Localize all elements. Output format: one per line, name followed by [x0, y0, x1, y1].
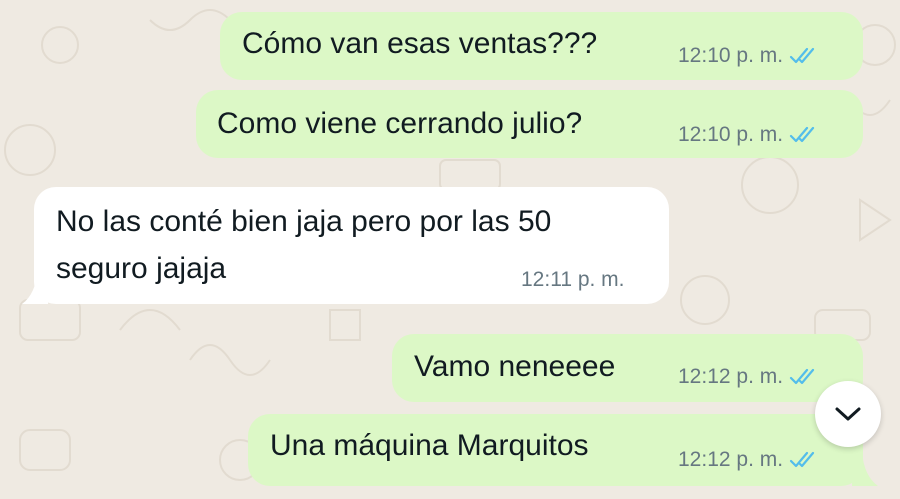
- message-text: Cómo van esas ventas???: [242, 27, 598, 60]
- scroll-to-bottom-button[interactable]: [815, 381, 881, 447]
- message-text: Vamo neneeee: [414, 350, 616, 383]
- message-time: 12:12 p. m.: [678, 365, 784, 388]
- message-text: Una máquina Marquitos: [270, 429, 589, 462]
- outgoing-message[interactable]: Como viene cerrando julio? 12:10 p. m.: [196, 90, 863, 158]
- message-meta: 12:12 p. m.: [678, 448, 819, 472]
- outgoing-message[interactable]: Una máquina Marquitos 12:12 p. m.: [248, 414, 863, 486]
- outgoing-bubble-tail: [852, 452, 878, 486]
- message-time: 12:11 p. m.: [521, 268, 625, 291]
- outgoing-message[interactable]: Vamo neneeee 12:12 p. m.: [392, 334, 863, 402]
- chevron-down-icon: [835, 407, 861, 421]
- message-meta: 12:10 p. m.: [678, 123, 819, 147]
- message-text-line-2: seguro jajaja: [56, 252, 227, 285]
- double-check-icon: [789, 47, 815, 64]
- message-time: 12:10 p. m.: [678, 123, 784, 146]
- message-time: 12:10 p. m.: [678, 44, 784, 67]
- double-check-icon: [789, 126, 815, 143]
- message-meta: 12:12 p. m.: [678, 365, 819, 389]
- double-check-icon: [789, 368, 815, 385]
- message-text-line-1: No las conté bien jaja pero por las 50: [56, 205, 552, 238]
- outgoing-message[interactable]: Cómo van esas ventas??? 12:10 p. m.: [220, 12, 863, 80]
- message-meta: 12:10 p. m.: [678, 44, 819, 68]
- incoming-message[interactable]: No las conté bien jaja pero por las 50 s…: [34, 187, 669, 304]
- message-time: 12:12 p. m.: [678, 448, 784, 471]
- message-meta: 12:11 p. m.: [521, 268, 625, 292]
- double-check-icon: [789, 451, 815, 468]
- message-text: Como viene cerrando julio?: [217, 107, 583, 140]
